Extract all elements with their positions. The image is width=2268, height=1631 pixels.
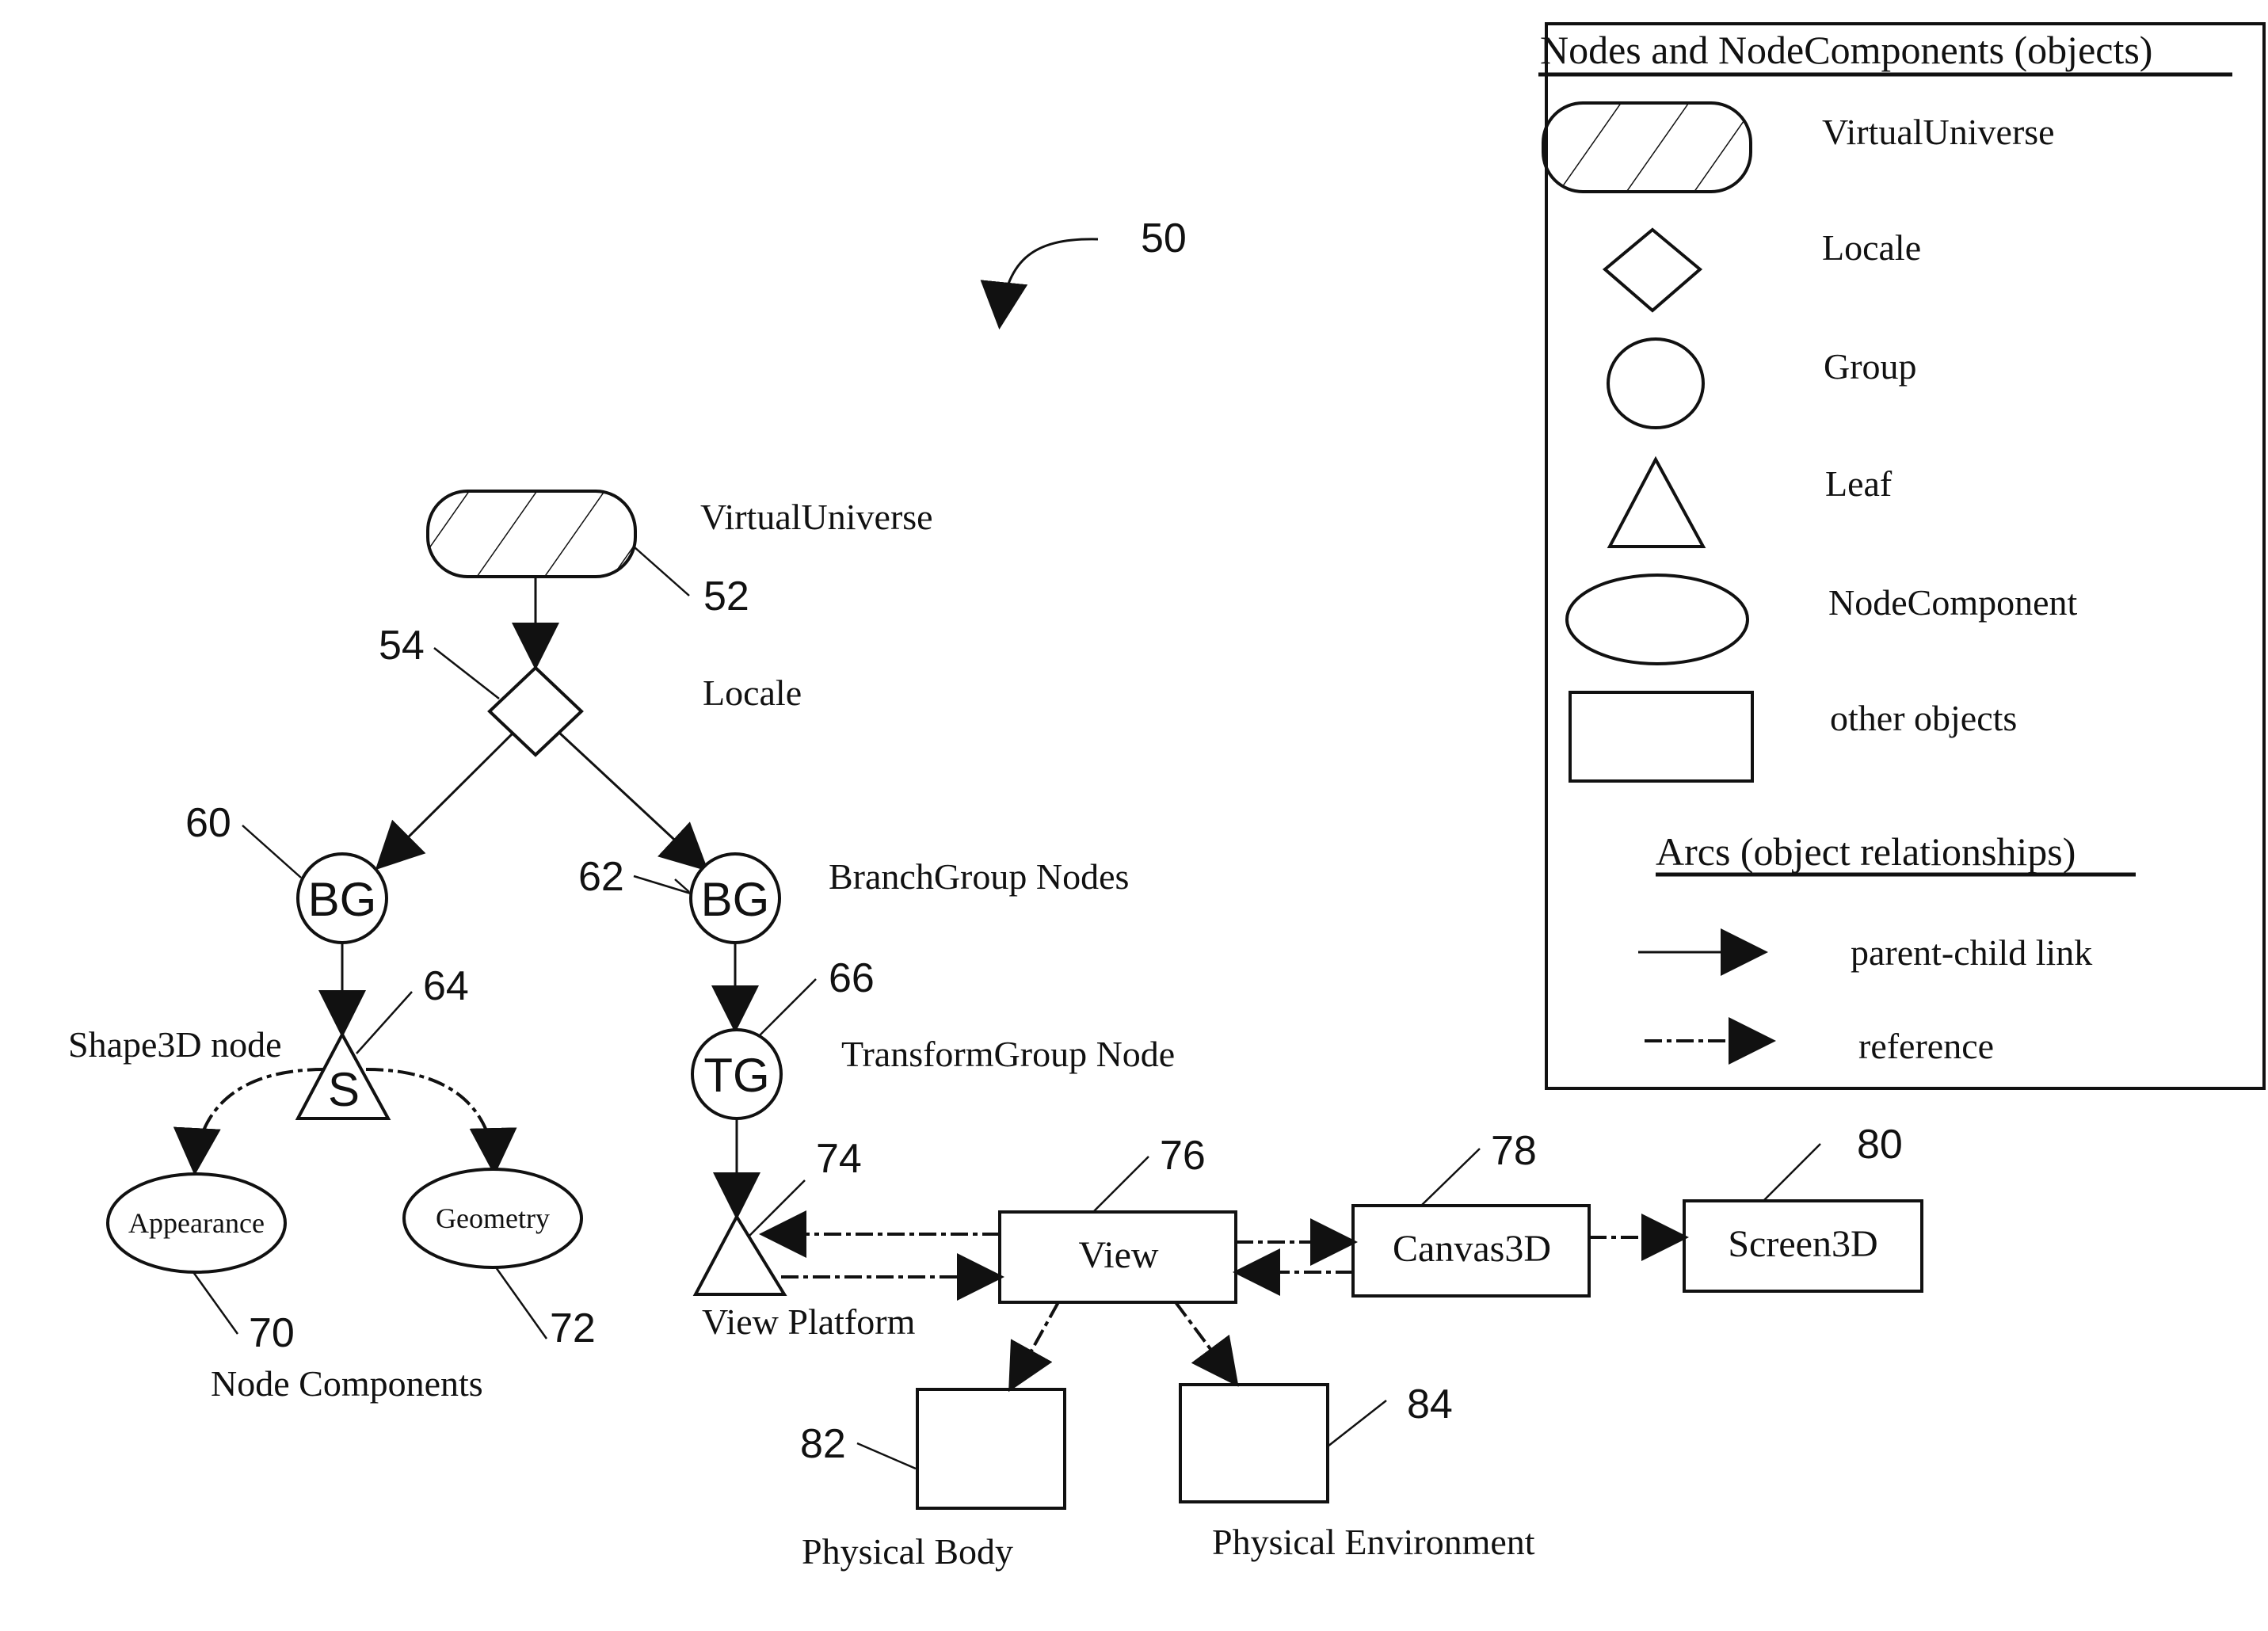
arc-locale-bg-right bbox=[558, 731, 709, 872]
virtual-universe-shape bbox=[426, 490, 637, 578]
shape3d-label: Shape3D node bbox=[68, 1024, 282, 1065]
leader-72 bbox=[494, 1267, 548, 1339]
view-platform-shape bbox=[692, 1213, 787, 1296]
leader-74 bbox=[747, 1179, 806, 1238]
shape3d-node: S Shape3D node 64 bbox=[68, 963, 469, 1120]
canvas3d-label: Canvas3D bbox=[1393, 1228, 1551, 1270]
locale-label: Locale bbox=[703, 673, 802, 713]
arc-view-physical-body bbox=[1008, 1301, 1060, 1393]
ref-80: 80 bbox=[1857, 1122, 1903, 1168]
view-label: View bbox=[1078, 1234, 1158, 1276]
leader-76 bbox=[1092, 1156, 1149, 1213]
ref-76: 76 bbox=[1160, 1133, 1206, 1179]
locale-node: Locale 54 bbox=[379, 623, 802, 757]
ref-84: 84 bbox=[1407, 1381, 1453, 1427]
legend-item-label: other objects bbox=[1830, 698, 2017, 738]
legend: Nodes and NodeComponents (objects) Virtu… bbox=[1538, 22, 2266, 1090]
physical-environment-label: Physical Environment bbox=[1212, 1522, 1535, 1562]
transform-group-node: TG 66 TransformGroup Node bbox=[691, 955, 1175, 1120]
figure-reference: 50 bbox=[980, 215, 1187, 330]
legend-item-label: Group bbox=[1824, 346, 1917, 387]
leader-54 bbox=[433, 647, 500, 699]
appearance-label: Appearance bbox=[128, 1207, 265, 1239]
legend-title: Nodes and NodeComponents (objects) bbox=[1540, 28, 2152, 72]
legend-circle-icon bbox=[1607, 337, 1705, 429]
branchgroup-caption: BranchGroup Nodes bbox=[829, 856, 1129, 897]
arc-view-physical-environment bbox=[1174, 1301, 1239, 1387]
ref-78: 78 bbox=[1491, 1128, 1537, 1174]
leader-84 bbox=[1327, 1400, 1387, 1447]
screen3d-label: Screen3D bbox=[1728, 1223, 1877, 1265]
legend-arc-label: reference bbox=[1858, 1026, 1994, 1066]
leader-64 bbox=[356, 991, 413, 1054]
legend-item-label: Locale bbox=[1822, 227, 1921, 268]
branch-group-right: BG 62 BranchGroup Nodes bbox=[578, 852, 1129, 944]
appearance-node: Appearance 70 bbox=[106, 1172, 295, 1356]
view-platform-node: View Platform 74 bbox=[692, 1136, 916, 1342]
ref-60: 60 bbox=[185, 800, 231, 846]
bg-right-inner: BG bbox=[701, 873, 770, 926]
ref-62: 62 bbox=[578, 854, 624, 900]
physical-environment-node: Physical Environment 84 bbox=[1179, 1381, 1535, 1562]
view-node: View 76 bbox=[998, 1133, 1237, 1304]
ref-82: 82 bbox=[800, 1421, 846, 1467]
physical-environment-shape bbox=[1179, 1383, 1329, 1503]
leader-82 bbox=[856, 1442, 917, 1470]
legend-virtual-universe-icon bbox=[1542, 101, 1752, 193]
ref-72: 72 bbox=[550, 1305, 596, 1351]
view-platform-label: View Platform bbox=[702, 1301, 916, 1342]
branch-group-left: BG 60 bbox=[185, 800, 388, 944]
legend-item-label: VirtualUniverse bbox=[1822, 112, 2055, 152]
leader-78 bbox=[1420, 1148, 1481, 1206]
ref-64: 64 bbox=[423, 963, 469, 1009]
leader-66 bbox=[758, 978, 817, 1037]
legend-arc-label: parent-child link bbox=[1851, 932, 2092, 973]
physical-body-label: Physical Body bbox=[802, 1531, 1013, 1572]
screen3d-node: Screen3D 80 bbox=[1683, 1122, 1923, 1293]
arc-locale-bg-left bbox=[375, 731, 515, 871]
leader-52 bbox=[633, 546, 690, 596]
node-components-caption: Node Components bbox=[211, 1363, 483, 1404]
tg-inner: TG bbox=[703, 1049, 769, 1102]
scene-graph-diagram: 50 VirtualUniverse 52 Locale 54 BG 60 BG… bbox=[68, 22, 2266, 1572]
ref-70: 70 bbox=[249, 1310, 295, 1356]
leader-70 bbox=[192, 1271, 239, 1335]
tg-label: TransformGroup Node bbox=[841, 1034, 1175, 1074]
figure-number: 50 bbox=[1141, 215, 1187, 261]
virtual-universe-label: VirtualUniverse bbox=[700, 497, 933, 537]
shape3d-inner: S bbox=[328, 1063, 360, 1116]
legend-item-label: NodeComponent bbox=[1828, 582, 2078, 623]
physical-body-shape bbox=[916, 1388, 1066, 1510]
ref-54: 54 bbox=[379, 623, 425, 669]
legend-arcs-title: Arcs (object relationships) bbox=[1656, 829, 2076, 874]
physical-body-node: Physical Body 82 bbox=[800, 1388, 1066, 1572]
legend-ellipse-icon bbox=[1565, 574, 1749, 665]
bg-left-inner: BG bbox=[308, 873, 377, 926]
ref-52: 52 bbox=[703, 574, 749, 619]
geometry-label: Geometry bbox=[436, 1202, 550, 1234]
ref-74: 74 bbox=[816, 1136, 862, 1182]
figure-reference-arrow-icon bbox=[980, 238, 1099, 330]
legend-rectangle-icon bbox=[1569, 691, 1754, 783]
canvas3d-node: Canvas3D 78 bbox=[1351, 1128, 1591, 1298]
geometry-node: Geometry 72 bbox=[402, 1168, 596, 1351]
ref-66: 66 bbox=[829, 955, 875, 1001]
leader-60 bbox=[242, 825, 302, 878]
virtual-universe-node: VirtualUniverse 52 bbox=[426, 490, 933, 619]
legend-item-label: Leaf bbox=[1825, 463, 1893, 504]
leader-80 bbox=[1763, 1143, 1821, 1202]
